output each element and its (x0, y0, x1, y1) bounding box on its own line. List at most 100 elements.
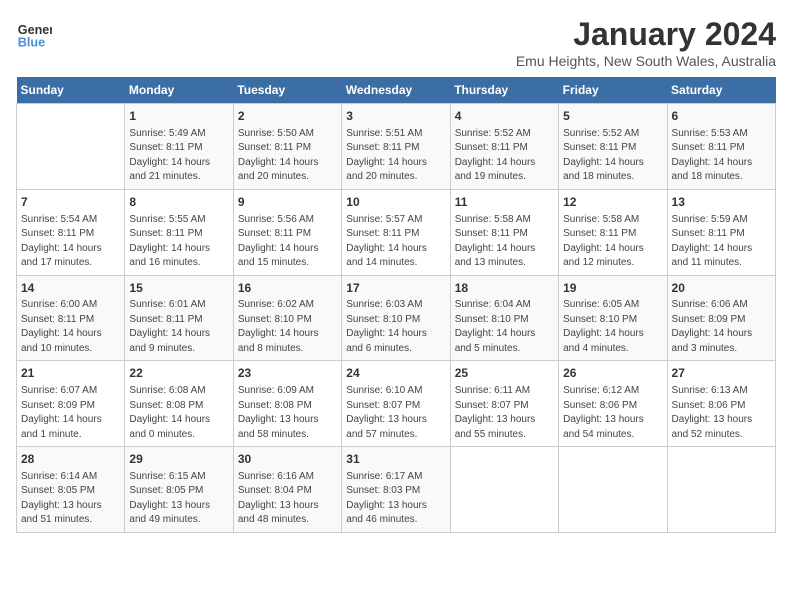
column-header-sunday: Sunday (17, 77, 125, 104)
day-info: Sunrise: 5:52 AM Sunset: 8:11 PM Dayligh… (455, 127, 554, 185)
calendar-week-row: 7 Sunrise: 5:54 AM Sunset: 8:11 PM Daylig… (17, 189, 776, 275)
day-info: Sunrise: 6:11 AM Sunset: 8:07 PM Dayligh… (455, 384, 554, 442)
day-number: 29 (129, 451, 228, 468)
calendar-cell: 12 Sunrise: 5:58 AM Sunset: 8:11 PM Dayli… (559, 189, 667, 275)
day-info: Sunrise: 6:03 AM Sunset: 8:10 PM Dayligh… (346, 298, 445, 356)
calendar-cell: 1 Sunrise: 5:49 AM Sunset: 8:11 PM Daylig… (125, 104, 233, 190)
calendar-cell: 7 Sunrise: 5:54 AM Sunset: 8:11 PM Daylig… (17, 189, 125, 275)
day-number: 6 (672, 108, 771, 125)
day-info: Sunrise: 6:02 AM Sunset: 8:10 PM Dayligh… (238, 298, 337, 356)
calendar-cell (559, 447, 667, 533)
calendar-cell: 20Sunrise: 6:06 AM Sunset: 8:09 PM Dayli… (667, 275, 775, 361)
day-info: Sunrise: 6:09 AM Sunset: 8:08 PM Dayligh… (238, 384, 337, 442)
calendar-cell: 24 Sunrise: 6:10 AM Sunset: 8:07 PM Dayli… (342, 361, 450, 447)
day-number: 30 (238, 451, 337, 468)
day-info: Sunrise: 5:55 AM Sunset: 8:11 PM Dayligh… (129, 213, 228, 271)
location-subtitle: Emu Heights, New South Wales, Australia (516, 53, 776, 69)
column-header-tuesday: Tuesday (233, 77, 341, 104)
day-info: Sunrise: 6:13 AM Sunset: 8:06 PM Dayligh… (672, 384, 771, 442)
logo: General Blue (16, 16, 56, 52)
day-info: Sunrise: 6:06 AM Sunset: 8:09 PM Dayligh… (672, 298, 771, 356)
calendar-cell: 13Sunrise: 5:59 AM Sunset: 8:11 PM Dayli… (667, 189, 775, 275)
calendar-cell: 21Sunrise: 6:07 AM Sunset: 8:09 PM Dayli… (17, 361, 125, 447)
day-number: 18 (455, 280, 554, 297)
day-info: Sunrise: 5:50 AM Sunset: 8:11 PM Dayligh… (238, 127, 337, 185)
calendar-week-row: 14Sunrise: 6:00 AM Sunset: 8:11 PM Dayli… (17, 275, 776, 361)
calendar-cell: 9Sunrise: 5:56 AM Sunset: 8:11 PM Daylig… (233, 189, 341, 275)
calendar-cell: 28Sunrise: 6:14 AM Sunset: 8:05 PM Dayli… (17, 447, 125, 533)
calendar-cell (450, 447, 558, 533)
calendar-cell: 3 Sunrise: 5:51 AM Sunset: 8:11 PM Daylig… (342, 104, 450, 190)
day-number: 3 (346, 108, 445, 125)
day-number: 4 (455, 108, 554, 125)
title-block: January 2024 Emu Heights, New South Wale… (516, 16, 776, 69)
day-number: 16 (238, 280, 337, 297)
calendar-cell: 31 Sunrise: 6:17 AM Sunset: 8:03 PM Dayli… (342, 447, 450, 533)
day-number: 1 (129, 108, 228, 125)
day-info: Sunrise: 5:49 AM Sunset: 8:11 PM Dayligh… (129, 127, 228, 185)
day-info: Sunrise: 5:59 AM Sunset: 8:11 PM Dayligh… (672, 213, 771, 271)
calendar-cell: 23 Sunrise: 6:09 AM Sunset: 8:08 PM Dayli… (233, 361, 341, 447)
day-info: Sunrise: 6:14 AM Sunset: 8:05 PM Dayligh… (21, 470, 120, 528)
day-info: Sunrise: 5:52 AM Sunset: 8:11 PM Dayligh… (563, 127, 662, 185)
day-info: Sunrise: 6:00 AM Sunset: 8:11 PM Dayligh… (21, 298, 120, 356)
day-number: 31 (346, 451, 445, 468)
day-number: 12 (563, 194, 662, 211)
page-header: General Blue January 2024 Emu Heights, N… (16, 16, 776, 69)
day-number: 22 (129, 365, 228, 382)
day-number: 27 (672, 365, 771, 382)
calendar-week-row: 28Sunrise: 6:14 AM Sunset: 8:05 PM Dayli… (17, 447, 776, 533)
day-info: Sunrise: 5:58 AM Sunset: 8:11 PM Dayligh… (563, 213, 662, 271)
day-number: 24 (346, 365, 445, 382)
day-info: Sunrise: 6:07 AM Sunset: 8:09 PM Dayligh… (21, 384, 120, 442)
calendar-cell: 4 Sunrise: 5:52 AM Sunset: 8:11 PM Daylig… (450, 104, 558, 190)
calendar-cell: 22 Sunrise: 6:08 AM Sunset: 8:08 PM Dayli… (125, 361, 233, 447)
day-number: 26 (563, 365, 662, 382)
day-info: Sunrise: 5:53 AM Sunset: 8:11 PM Dayligh… (672, 127, 771, 185)
calendar-cell: 19Sunrise: 6:05 AM Sunset: 8:10 PM Dayli… (559, 275, 667, 361)
day-info: Sunrise: 5:56 AM Sunset: 8:11 PM Dayligh… (238, 213, 337, 271)
calendar-table: SundayMondayTuesdayWednesdayThursdayFrid… (16, 77, 776, 533)
calendar-cell: 6 Sunrise: 5:53 AM Sunset: 8:11 PM Daylig… (667, 104, 775, 190)
day-info: Sunrise: 6:08 AM Sunset: 8:08 PM Dayligh… (129, 384, 228, 442)
calendar-cell: 15Sunrise: 6:01 AM Sunset: 8:11 PM Dayli… (125, 275, 233, 361)
day-number: 17 (346, 280, 445, 297)
day-number: 25 (455, 365, 554, 382)
calendar-week-row: 21Sunrise: 6:07 AM Sunset: 8:09 PM Dayli… (17, 361, 776, 447)
month-title: January 2024 (516, 16, 776, 53)
day-info: Sunrise: 6:10 AM Sunset: 8:07 PM Dayligh… (346, 384, 445, 442)
calendar-cell: 29Sunrise: 6:15 AM Sunset: 8:05 PM Dayli… (125, 447, 233, 533)
calendar-header-row: SundayMondayTuesdayWednesdayThursdayFrid… (17, 77, 776, 104)
day-number: 15 (129, 280, 228, 297)
calendar-cell: 26 Sunrise: 6:12 AM Sunset: 8:06 PM Dayli… (559, 361, 667, 447)
day-info: Sunrise: 5:54 AM Sunset: 8:11 PM Dayligh… (21, 213, 120, 271)
day-number: 14 (21, 280, 120, 297)
logo-icon: General Blue (16, 16, 52, 52)
calendar-cell: 2 Sunrise: 5:50 AM Sunset: 8:11 PM Daylig… (233, 104, 341, 190)
calendar-cell: 18Sunrise: 6:04 AM Sunset: 8:10 PM Dayli… (450, 275, 558, 361)
day-info: Sunrise: 6:17 AM Sunset: 8:03 PM Dayligh… (346, 470, 445, 528)
day-info: Sunrise: 6:12 AM Sunset: 8:06 PM Dayligh… (563, 384, 662, 442)
calendar-cell: 14Sunrise: 6:00 AM Sunset: 8:11 PM Dayli… (17, 275, 125, 361)
column-header-wednesday: Wednesday (342, 77, 450, 104)
day-info: Sunrise: 6:04 AM Sunset: 8:10 PM Dayligh… (455, 298, 554, 356)
svg-text:Blue: Blue (18, 36, 45, 50)
calendar-cell: 27 Sunrise: 6:13 AM Sunset: 8:06 PM Dayli… (667, 361, 775, 447)
calendar-cell (17, 104, 125, 190)
day-number: 2 (238, 108, 337, 125)
column-header-thursday: Thursday (450, 77, 558, 104)
day-number: 11 (455, 194, 554, 211)
day-number: 20 (672, 280, 771, 297)
column-header-monday: Monday (125, 77, 233, 104)
day-info: Sunrise: 5:57 AM Sunset: 8:11 PM Dayligh… (346, 213, 445, 271)
day-number: 7 (21, 194, 120, 211)
calendar-cell: 11 Sunrise: 5:58 AM Sunset: 8:11 PM Dayli… (450, 189, 558, 275)
calendar-cell: 10 Sunrise: 5:57 AM Sunset: 8:11 PM Dayli… (342, 189, 450, 275)
calendar-cell: 25 Sunrise: 6:11 AM Sunset: 8:07 PM Dayli… (450, 361, 558, 447)
calendar-week-row: 1 Sunrise: 5:49 AM Sunset: 8:11 PM Daylig… (17, 104, 776, 190)
day-info: Sunrise: 5:58 AM Sunset: 8:11 PM Dayligh… (455, 213, 554, 271)
day-info: Sunrise: 5:51 AM Sunset: 8:11 PM Dayligh… (346, 127, 445, 185)
day-number: 10 (346, 194, 445, 211)
day-number: 23 (238, 365, 337, 382)
calendar-cell: 8Sunrise: 5:55 AM Sunset: 8:11 PM Daylig… (125, 189, 233, 275)
